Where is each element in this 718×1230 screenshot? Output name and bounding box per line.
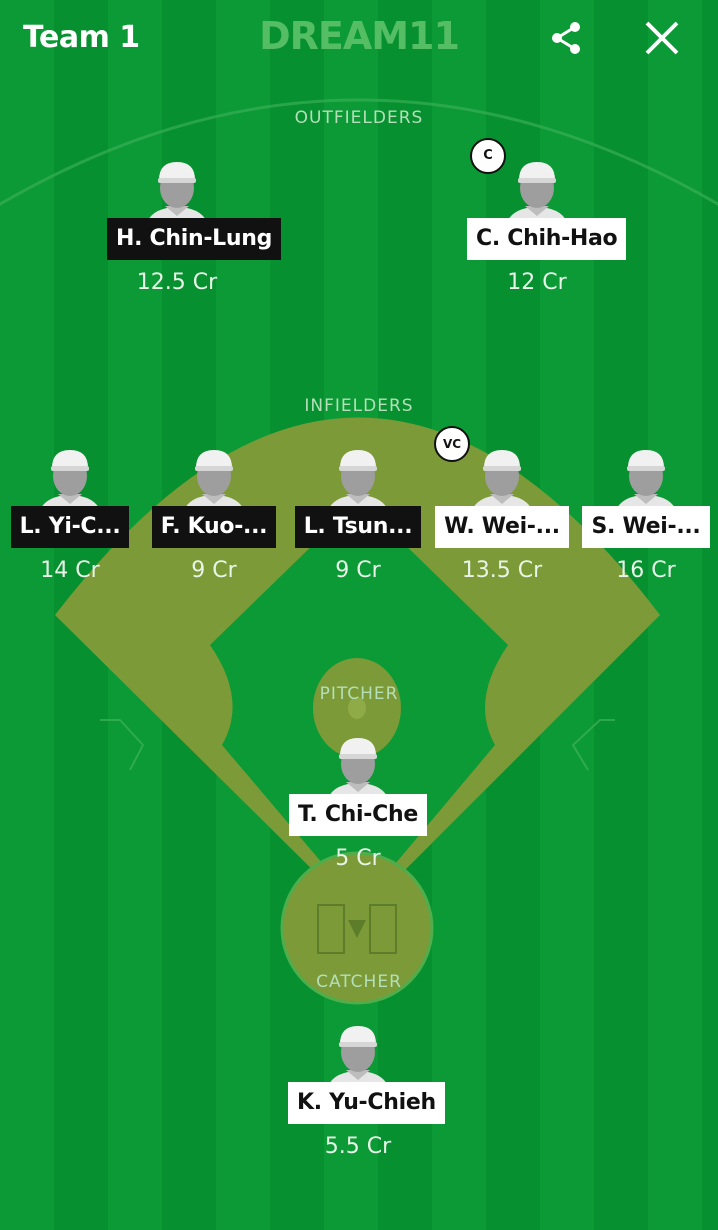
- player-card-catcher[interactable]: K. Yu-Chieh 5.5 Cr: [288, 1014, 445, 1159]
- player-card-outfielder-2[interactable]: C C. Chih-Hao 12 Cr: [467, 138, 627, 295]
- foul-line-left: [100, 719, 145, 771]
- player-credits: 5.5 Cr: [324, 1134, 392, 1159]
- player-credits: 13.5 Cr: [461, 558, 543, 583]
- vice-captain-badge: VC: [434, 426, 470, 462]
- close-button[interactable]: [642, 18, 682, 58]
- player-credits: 16 Cr: [616, 558, 676, 583]
- player-credits: 5 Cr: [335, 846, 381, 871]
- team-preview-screen: Team 1 DREAM11 OUTFIELDERS INFIELDERS PI…: [0, 0, 718, 1230]
- share-button[interactable]: [546, 18, 586, 58]
- player-name: H. Chin-Lung: [107, 218, 282, 260]
- player-name: F. Kuo-...: [151, 506, 277, 548]
- player-name: C. Chih-Hao: [467, 218, 627, 260]
- foul-line-right: [571, 719, 615, 771]
- player-card-infielder-5[interactable]: S. Wei-... 16 Cr: [576, 438, 716, 583]
- dream11-logo: DREAM11: [259, 14, 460, 58]
- player-card-infielder-2[interactable]: F. Kuo-... 9 Cr: [144, 438, 284, 583]
- player-card-pitcher[interactable]: T. Chi-Che 5 Cr: [288, 726, 428, 871]
- player-name: W. Wei-...: [435, 506, 569, 548]
- player-name: L. Yi-C...: [10, 506, 130, 548]
- player-name: T. Chi-Che: [289, 794, 427, 836]
- section-label-pitcher: PITCHER: [319, 684, 399, 704]
- player-name: L. Tsun...: [294, 506, 422, 548]
- player-card-infielder-1[interactable]: L. Yi-C... 14 Cr: [0, 438, 140, 583]
- player-card-infielder-4[interactable]: VC W. Wei-... 13.5 Cr: [432, 426, 572, 583]
- player-credits: 9 Cr: [191, 558, 237, 583]
- section-label-outfielders: OUTFIELDERS: [294, 108, 424, 128]
- player-card-infielder-3[interactable]: L. Tsun... 9 Cr: [288, 438, 428, 583]
- top-bar: Team 1 DREAM11: [0, 0, 718, 80]
- section-label-infielders: INFIELDERS: [304, 396, 414, 416]
- close-icon: [645, 21, 679, 55]
- player-credits: 9 Cr: [335, 558, 381, 583]
- player-card-outfielder-1[interactable]: H. Chin-Lung 12.5 Cr: [107, 150, 282, 295]
- player-credits: 14 Cr: [40, 558, 100, 583]
- section-label-catcher: CATCHER: [316, 972, 402, 992]
- player-credits: 12 Cr: [507, 270, 567, 295]
- player-name: S. Wei-...: [582, 506, 710, 548]
- captain-badge: C: [470, 138, 506, 174]
- share-icon: [552, 22, 580, 54]
- player-credits: 12.5 Cr: [136, 270, 218, 295]
- player-name: K. Yu-Chieh: [288, 1082, 445, 1124]
